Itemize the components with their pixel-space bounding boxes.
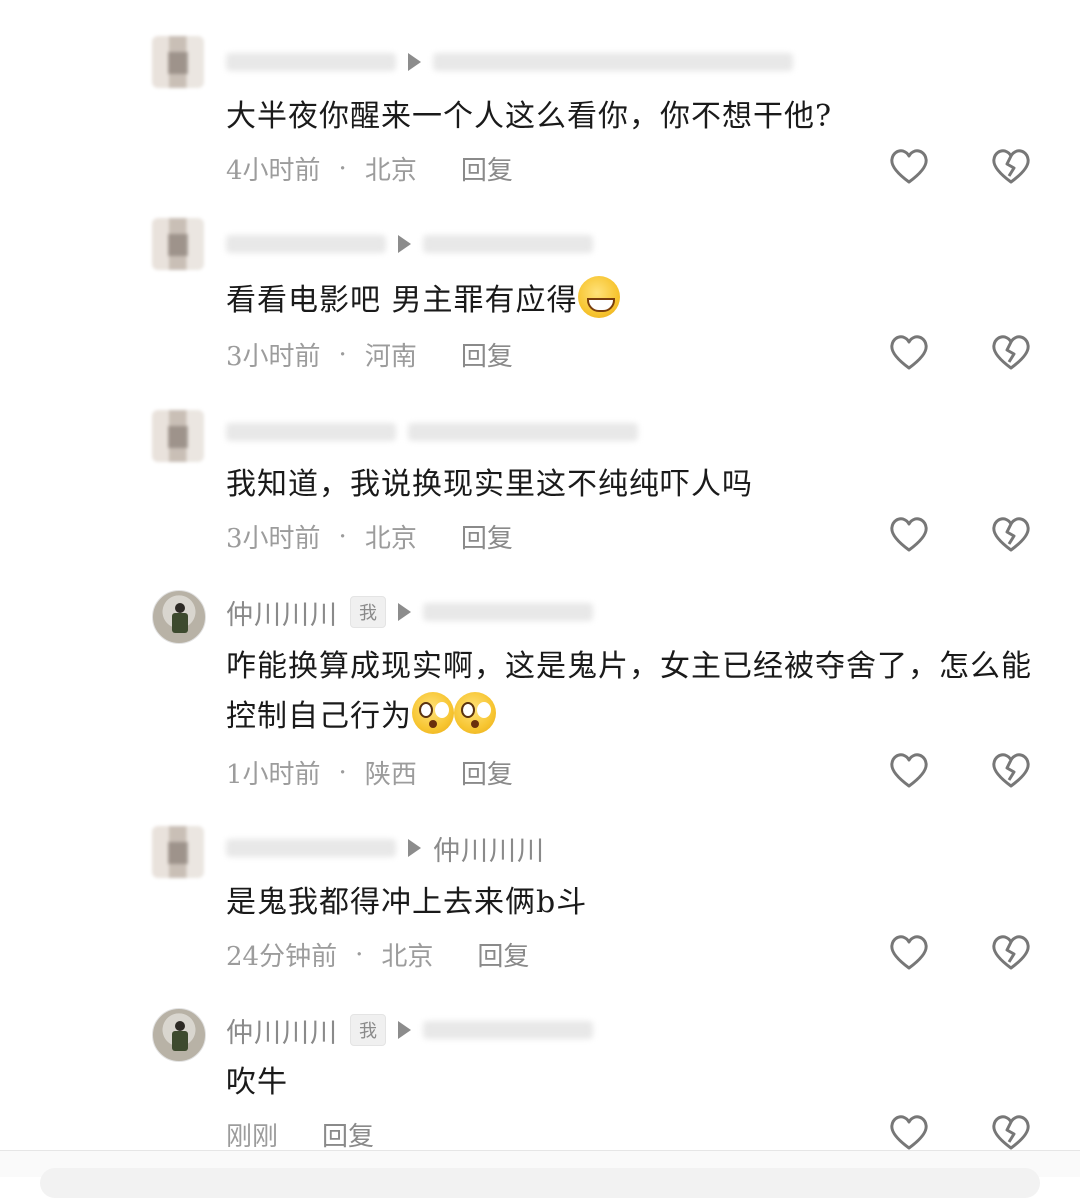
comment-meta: 3小时前 · 北京 回复 bbox=[226, 518, 513, 555]
location: 北京 bbox=[364, 524, 417, 554]
timestamp: 刚刚 bbox=[226, 1122, 279, 1152]
heart-icon[interactable] bbox=[888, 750, 930, 792]
blurred-username bbox=[226, 423, 396, 441]
timestamp: 24分钟前 bbox=[226, 942, 338, 972]
heart-icon[interactable] bbox=[888, 514, 930, 556]
blurred-username bbox=[408, 423, 638, 441]
reply-button[interactable]: 回复 bbox=[461, 754, 513, 791]
comment-text: 看看电影吧 男主罪有应得 bbox=[226, 276, 1046, 326]
name-row bbox=[226, 412, 638, 452]
blurred-username bbox=[423, 603, 593, 621]
me-tag-badge: 我 bbox=[350, 596, 386, 628]
broken-heart-icon[interactable] bbox=[990, 332, 1032, 374]
timestamp: 3小时前 bbox=[226, 524, 321, 554]
broken-heart-icon[interactable] bbox=[990, 1112, 1032, 1154]
comment-input[interactable] bbox=[40, 1168, 1040, 1198]
comment-text-content: 咋能换算成现实啊，这是鬼片，女主已经被夺舍了，怎么能控制自己行为 bbox=[226, 649, 1032, 734]
location: 北京 bbox=[381, 942, 434, 972]
avatar[interactable] bbox=[152, 590, 206, 644]
reply-button[interactable]: 回复 bbox=[322, 1116, 374, 1153]
reply-arrow-icon bbox=[398, 603, 411, 621]
heart-icon[interactable] bbox=[888, 932, 930, 974]
comment-text: 我知道，我说换现实里这不纯纯吓人吗 bbox=[226, 467, 753, 502]
blurred-username bbox=[226, 53, 396, 71]
comment-meta: 4小时前 · 北京 回复 bbox=[226, 150, 513, 187]
broken-heart-icon[interactable] bbox=[990, 146, 1032, 188]
heart-icon[interactable] bbox=[888, 1112, 930, 1154]
avatar[interactable] bbox=[152, 410, 204, 462]
timestamp: 1小时前 bbox=[226, 760, 321, 790]
flushed-emoji-icon bbox=[454, 692, 496, 734]
reply-to-username[interactable]: 仲川川川 bbox=[433, 829, 545, 868]
flushed-emoji-icon bbox=[412, 692, 454, 734]
name-row bbox=[226, 42, 793, 82]
name-row: 仲川川川 bbox=[226, 828, 545, 868]
comment-meta: 刚刚 回复 bbox=[226, 1116, 374, 1153]
reply-arrow-icon bbox=[398, 235, 411, 253]
reply-button[interactable]: 回复 bbox=[461, 518, 513, 555]
avatar[interactable] bbox=[152, 36, 204, 88]
broken-heart-icon[interactable] bbox=[990, 514, 1032, 556]
reply-arrow-icon bbox=[408, 53, 421, 71]
username[interactable]: 仲川川川 bbox=[226, 1011, 338, 1050]
name-row: 仲川川川 我 bbox=[226, 592, 593, 632]
broken-heart-icon[interactable] bbox=[990, 932, 1032, 974]
broken-heart-icon[interactable] bbox=[990, 750, 1032, 792]
comment-meta: 1小时前 · 陕西 回复 bbox=[226, 754, 513, 791]
reply-button[interactable]: 回复 bbox=[477, 936, 529, 973]
heart-icon[interactable] bbox=[888, 332, 930, 374]
comment-meta: 3小时前 · 河南 回复 bbox=[226, 336, 513, 373]
reply-arrow-icon bbox=[398, 1021, 411, 1039]
blurred-username bbox=[226, 235, 386, 253]
name-row bbox=[226, 224, 593, 264]
blurred-username bbox=[226, 839, 396, 857]
comment-meta: 24分钟前 · 北京 回复 bbox=[226, 936, 529, 973]
location: 陕西 bbox=[364, 760, 417, 790]
timestamp: 3小时前 bbox=[226, 342, 321, 372]
username[interactable]: 仲川川川 bbox=[226, 593, 338, 632]
grinning-sweat-emoji-icon bbox=[577, 276, 620, 318]
reply-button[interactable]: 回复 bbox=[461, 150, 513, 187]
comment-text: 咋能换算成现实啊，这是鬼片，女主已经被夺舍了，怎么能控制自己行为 bbox=[226, 642, 1046, 742]
timestamp: 4小时前 bbox=[226, 156, 321, 186]
avatar[interactable] bbox=[152, 218, 204, 270]
blurred-username bbox=[433, 53, 793, 71]
comment-text-content: 看看电影吧 男主罪有应得 bbox=[226, 283, 578, 318]
avatar[interactable] bbox=[152, 826, 204, 878]
avatar[interactable] bbox=[152, 1008, 206, 1062]
reply-button[interactable]: 回复 bbox=[461, 336, 513, 373]
me-tag-badge: 我 bbox=[350, 1014, 386, 1046]
comment-text: 大半夜你醒来一个人这么看你，你不想干他? bbox=[226, 99, 833, 134]
location: 河南 bbox=[364, 342, 417, 372]
comment-text: 吹牛 bbox=[226, 1065, 288, 1100]
reply-arrow-icon bbox=[408, 839, 421, 857]
name-row: 仲川川川 我 bbox=[226, 1010, 593, 1050]
blurred-username bbox=[423, 1021, 593, 1039]
location: 北京 bbox=[364, 156, 417, 186]
comment-text: 是鬼我都得冲上去来俩b斗 bbox=[226, 885, 588, 920]
heart-icon[interactable] bbox=[888, 146, 930, 188]
blurred-username bbox=[423, 235, 593, 253]
